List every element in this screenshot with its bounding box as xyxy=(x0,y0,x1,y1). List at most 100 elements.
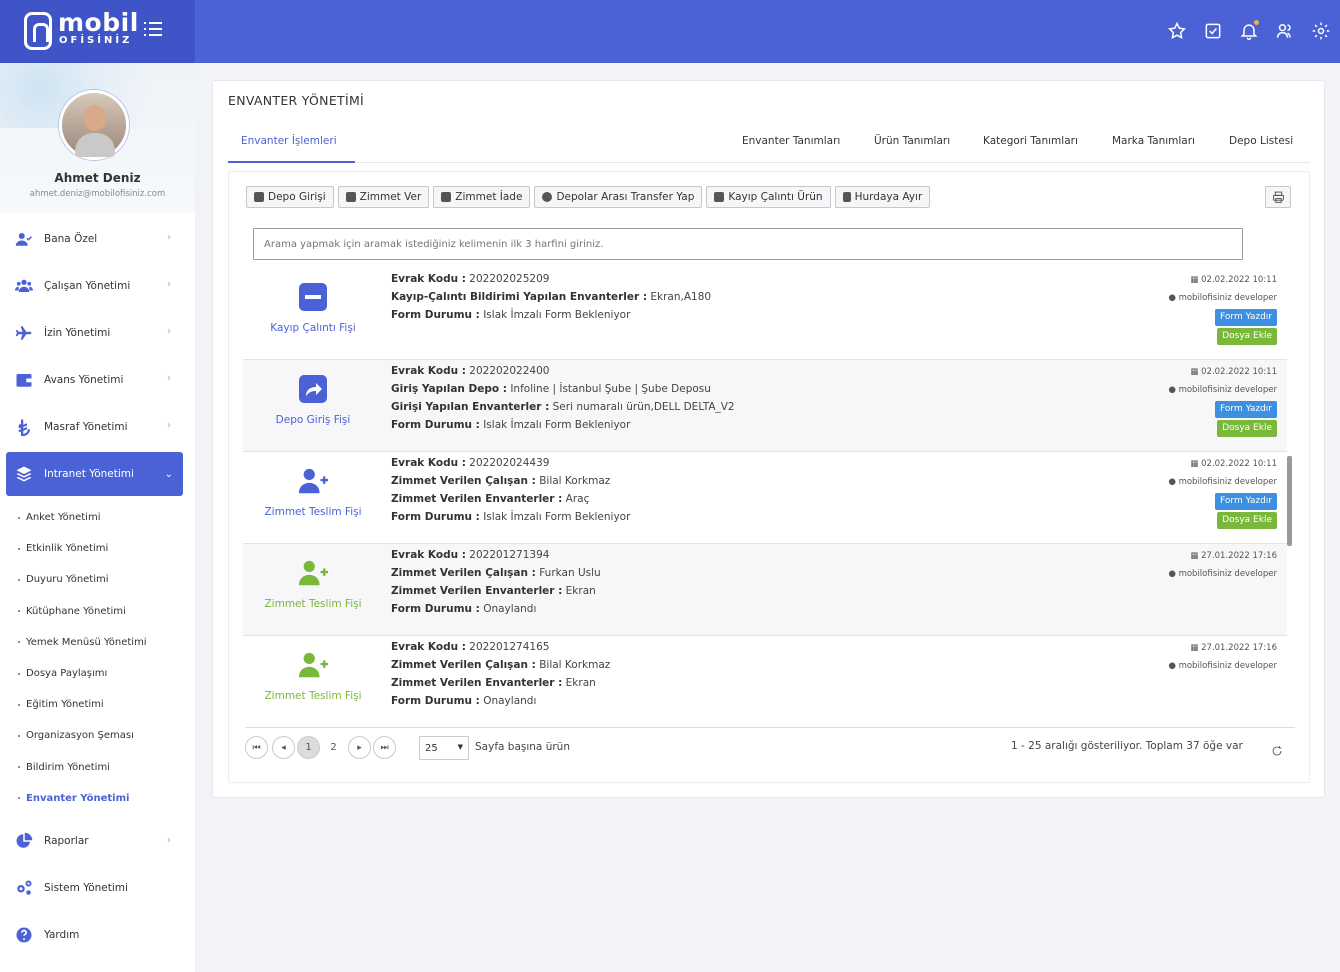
dosya-ekle-button[interactable]: Dosya Ekle xyxy=(1217,420,1277,437)
submenu-item-kutuphane[interactable]: Kütüphane Yönetimi xyxy=(0,596,195,627)
chevron-right-icon: › xyxy=(167,420,171,431)
bell-icon[interactable] xyxy=(1238,20,1260,42)
layers-icon xyxy=(14,465,34,483)
sidebar-item-calisan-yonetimi[interactable]: Çalışan Yönetimi › xyxy=(0,262,195,309)
calendar-icon: ▦ xyxy=(1190,367,1199,377)
submenu-item-yemek-menusu[interactable]: Yemek Menüsü Yönetimi xyxy=(0,627,195,658)
list-item[interactable]: Zimmet Teslim Fişi Evrak Kodu : 20220127… xyxy=(243,636,1287,724)
sidebar-item-masraf-yonetimi[interactable]: Masraf Yönetimi › xyxy=(0,403,195,450)
wallet-icon xyxy=(14,371,34,389)
field-label: Form Durumu : xyxy=(391,603,480,615)
submenu-item-envanter[interactable]: Envanter Yönetimi xyxy=(0,783,195,814)
tab-urun-tanimlari[interactable]: Ürün Tanımları xyxy=(874,135,950,147)
tab-depo-listesi[interactable]: Depo Listesi xyxy=(1229,135,1293,147)
submenu-item-bildirim[interactable]: Bildirim Yönetimi xyxy=(0,752,195,783)
share-square-icon xyxy=(299,375,327,403)
tab-marka-tanimlari[interactable]: Marka Tanımları xyxy=(1112,135,1195,147)
list-item[interactable]: Zimmet Teslim Fişi Evrak Kodu : 20220202… xyxy=(243,452,1287,544)
sidebar-item-label: Bana Özel xyxy=(44,232,98,245)
field-label: Zimmet Verilen Çalışan : xyxy=(391,475,536,487)
field-label: Form Durumu : xyxy=(391,309,480,321)
check-square-icon[interactable] xyxy=(1202,20,1224,42)
record-type: Zimmet Teslim Fişi xyxy=(243,558,383,610)
print-button[interactable] xyxy=(1265,186,1291,208)
calendar-icon: ▦ xyxy=(1190,551,1199,561)
gear-icon[interactable] xyxy=(1310,20,1332,42)
dosya-ekle-button[interactable]: Dosya Ekle xyxy=(1217,512,1277,529)
calendar-icon: ▦ xyxy=(1190,643,1199,653)
sidebar-item-yardim[interactable]: Yardım xyxy=(0,912,195,959)
page-button[interactable]: 2 xyxy=(322,736,345,759)
field-label: Evrak Kodu : xyxy=(391,549,466,561)
submenu-item-duyuru[interactable]: Duyuru Yönetimi xyxy=(0,564,195,595)
last-page-button[interactable]: ⏭ xyxy=(373,736,396,759)
user-icon: ● xyxy=(1168,477,1176,487)
user-icon: ● xyxy=(1168,385,1176,395)
submenu-item-egitim[interactable]: Eğitim Yönetimi xyxy=(0,689,195,720)
transfer-button[interactable]: Depolar Arası Transfer Yap xyxy=(534,186,703,208)
record-user: mobilofisiniz developer xyxy=(1178,569,1277,579)
scrollbar-thumb[interactable] xyxy=(1287,456,1292,546)
sidebar-item-label: Raporlar xyxy=(44,835,89,848)
sidebar-item-izin-yonetimi[interactable]: İzin Yönetimi › xyxy=(0,309,195,356)
zimmet-ver-button[interactable]: Zimmet Ver xyxy=(337,186,430,208)
zimmet-iade-button[interactable]: Zimmet İade xyxy=(433,186,531,208)
users-icon[interactable] xyxy=(1274,20,1296,42)
first-page-button[interactable]: ⏮ xyxy=(245,736,268,759)
field-label: Zimmet Verilen Envanterler : xyxy=(391,585,563,597)
record-date: 27.01.2022 17:16 xyxy=(1201,551,1277,561)
prev-page-button[interactable]: ◂ xyxy=(272,736,295,759)
field-value: 202202022400 xyxy=(469,365,550,377)
list-item[interactable]: Kayıp Çalıntı Fişi Evrak Kodu : 20220202… xyxy=(243,268,1287,360)
sidebar-item-sistem-yonetimi[interactable]: Sistem Yönetimi xyxy=(0,865,195,912)
page-button-current[interactable]: 1 xyxy=(297,736,320,759)
intranet-submenu: Anket Yönetimi Etkinlik Yönetimi Duyuru … xyxy=(0,496,195,818)
brand-sub: OFİSİNİZ xyxy=(59,35,133,46)
avatar[interactable] xyxy=(59,90,129,160)
notification-dot xyxy=(1254,20,1259,25)
user-plus-icon xyxy=(345,192,356,202)
depo-girisi-button[interactable]: Depo Girişi xyxy=(246,186,334,208)
tab-envanter-tanimlari[interactable]: Envanter Tanımları xyxy=(742,135,840,147)
sidebar: Ahmet Deniz ahmet.deniz@mobilofisiniz.co… xyxy=(0,63,195,972)
record-date: 02.02.2022 10:11 xyxy=(1201,275,1277,285)
page-size-select[interactable]: 25 xyxy=(419,736,469,760)
hurdaya-ayir-button[interactable]: Hurdaya Ayır xyxy=(834,186,931,208)
logo-icon xyxy=(24,12,52,50)
sidebar-item-raporlar[interactable]: Raporlar › xyxy=(0,818,195,865)
chevron-right-icon: › xyxy=(167,279,171,290)
list-item[interactable]: Depo Giriş Fişi Evrak Kodu : 20220202240… xyxy=(243,360,1287,452)
field-value: Seri numaralı ürün,DELL DELTA_V2 xyxy=(552,401,735,413)
field-value: Onaylandı xyxy=(483,603,537,615)
field-value: 202202025209 xyxy=(469,273,550,285)
form-yazdir-button[interactable]: Form Yazdır xyxy=(1215,493,1277,510)
record-date: 02.02.2022 10:11 xyxy=(1201,459,1277,469)
sidebar-item-intranet-yonetimi[interactable]: Intranet Yönetimi ⌄ xyxy=(6,452,183,496)
list-scrollbar[interactable] xyxy=(1287,268,1293,724)
tab-envanter-islemleri[interactable]: Envanter İşlemleri xyxy=(241,135,337,147)
sidebar-item-label: Masraf Yönetimi xyxy=(44,420,128,433)
top-bar: mobil OFİSİNİZ xyxy=(0,0,1340,63)
submenu-item-dosya-paylasimi[interactable]: Dosya Paylaşımı xyxy=(0,658,195,689)
chevron-right-icon: › xyxy=(167,326,171,337)
record-meta: ▦ 02.02.2022 10:11 ● mobilofisiniz devel… xyxy=(1168,455,1277,529)
form-yazdir-button[interactable]: Form Yazdır xyxy=(1215,309,1277,326)
refresh-icon[interactable] xyxy=(1271,742,1283,756)
transfer-icon xyxy=(542,192,553,202)
submenu-item-anket[interactable]: Anket Yönetimi xyxy=(0,502,195,533)
kayip-calinti-button[interactable]: Kayıp Çalıntı Ürün xyxy=(706,186,831,208)
form-yazdir-button[interactable]: Form Yazdır xyxy=(1215,401,1277,418)
record-details: Evrak Kodu : 202202025209 Kayıp-Çalıntı … xyxy=(391,270,711,324)
search-input[interactable] xyxy=(253,228,1243,260)
next-page-button[interactable]: ▸ xyxy=(348,736,371,759)
sidebar-item-avans-yonetimi[interactable]: Avans Yönetimi › xyxy=(0,356,195,403)
user-icon: ● xyxy=(1168,569,1176,579)
list-item[interactable]: Zimmet Teslim Fişi Evrak Kodu : 20220127… xyxy=(243,544,1287,636)
submenu-item-organizasyon[interactable]: Organizasyon Şeması xyxy=(0,720,195,751)
dosya-ekle-button[interactable]: Dosya Ekle xyxy=(1217,328,1277,345)
menu-toggle-icon[interactable] xyxy=(144,22,162,38)
sidebar-item-bana-ozel[interactable]: Bana Özel › xyxy=(0,215,195,262)
submenu-item-etkinlik[interactable]: Etkinlik Yönetimi xyxy=(0,533,195,564)
tab-kategori-tanimlari[interactable]: Kategori Tanımları xyxy=(983,135,1078,147)
star-icon[interactable] xyxy=(1166,20,1188,42)
